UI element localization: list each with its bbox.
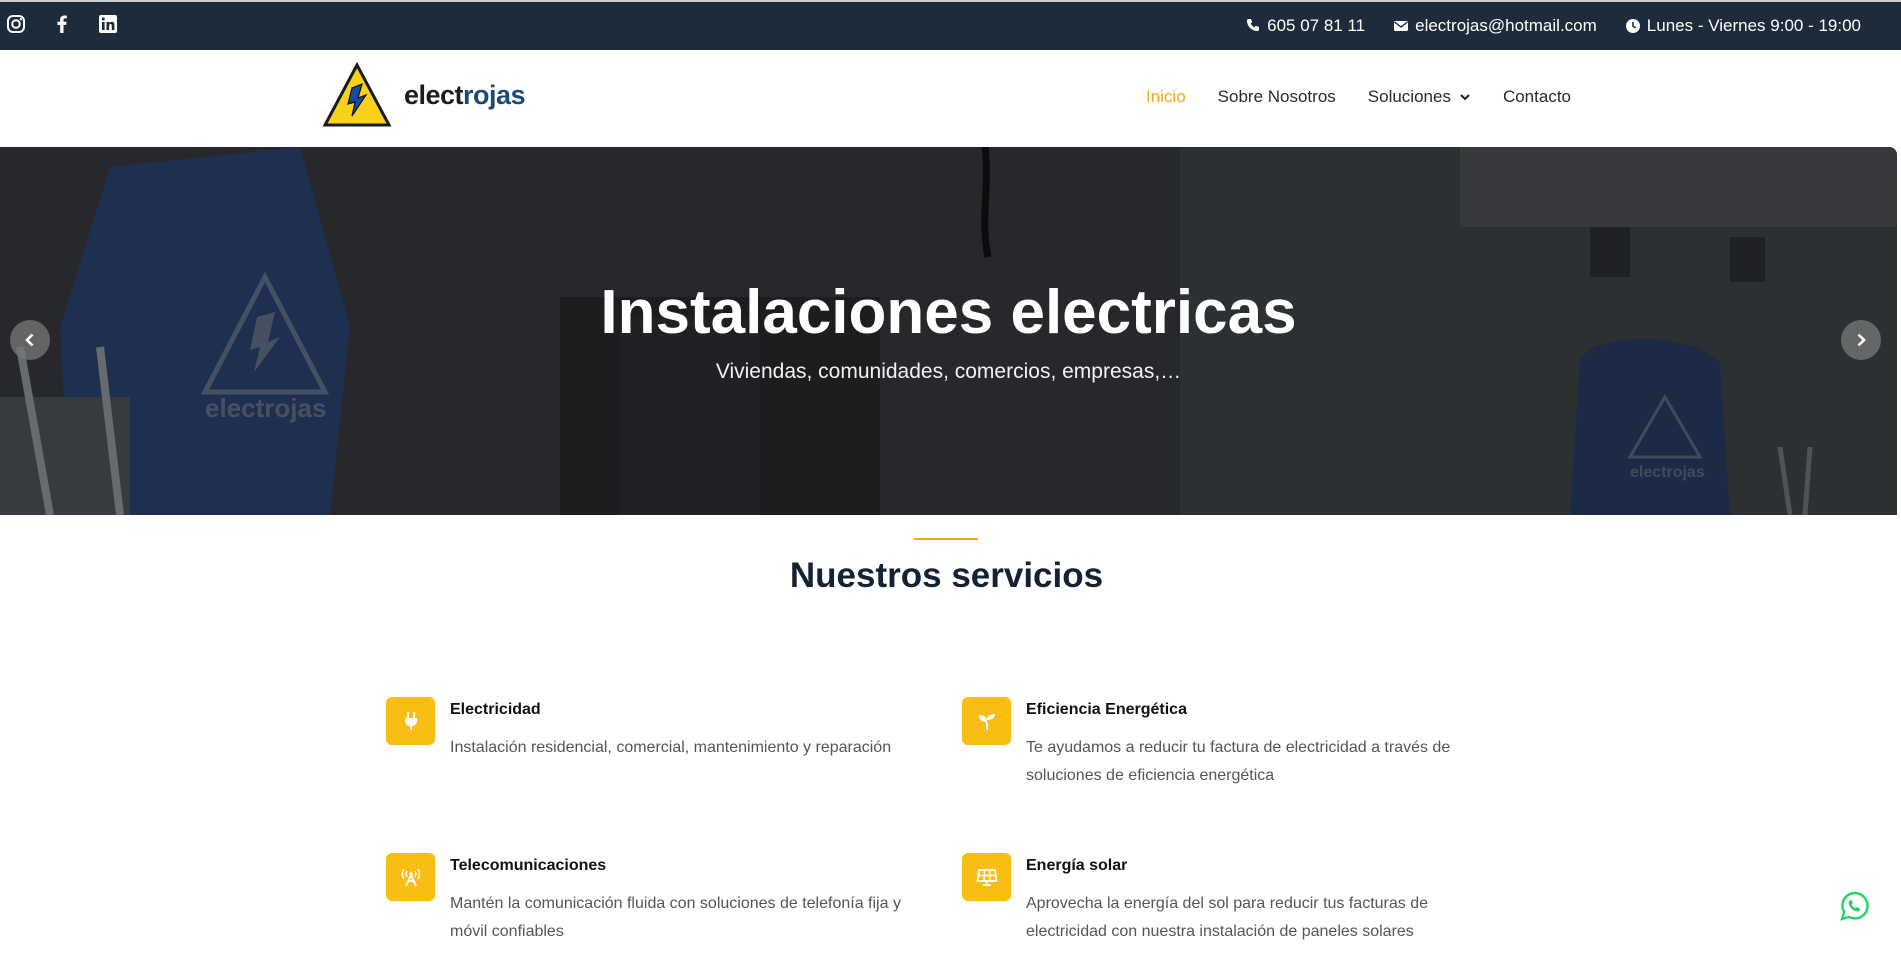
chevron-left-icon <box>25 333 34 347</box>
email-address: electrojas@hotmail.com <box>1415 16 1597 35</box>
service-icon-box <box>962 697 1011 745</box>
phone-number: 605 07 81 11 <box>1267 16 1366 35</box>
service-description: Instalación residencial, comercial, mant… <box>450 739 892 756</box>
facebook-icon[interactable] <box>52 14 72 34</box>
business-hours: Lunes - Viernes 9:00 - 19:00 <box>1625 16 1861 36</box>
chevron-right-icon <box>1857 333 1866 347</box>
nav-label: Inicio <box>1145 87 1186 106</box>
logo-text-part2: rojas <box>463 79 526 110</box>
hero-slider: electrojas electrojas Instalaciones elec… <box>0 147 1897 515</box>
whatsapp-float-button[interactable] <box>1839 890 1871 922</box>
service-icon-box <box>962 853 1011 901</box>
envelope-icon <box>1394 21 1409 31</box>
plug-icon <box>404 712 417 730</box>
social-links <box>6 14 118 34</box>
hours-text: Lunes - Viernes 9:00 - 19:00 <box>1646 16 1861 35</box>
nav-item-contacto[interactable]: Contacto <box>1503 87 1571 107</box>
nav-item-inicio[interactable]: Inicio <box>1146 87 1186 107</box>
nav-label: Contacto <box>1502 87 1571 106</box>
nav-label: Sobre Nosotros <box>1217 87 1336 106</box>
service-description: Mantén la comunicación fluida con soluci… <box>450 895 901 940</box>
service-description: Aprovecha la energía del sol para reduci… <box>1026 895 1429 940</box>
nav-item-soluciones[interactable]: Soluciones <box>1368 87 1471 107</box>
site-header: electrojas Inicio Sobre Nosotros Solucio… <box>0 50 1901 147</box>
slider-prev-button[interactable] <box>10 320 50 360</box>
top-bar: 605 07 81 11 electrojas@hotmail.com Lune… <box>0 0 1901 50</box>
section-divider <box>914 538 978 540</box>
service-description: Te ayudamos a reducir tu factura de elec… <box>1026 739 1451 784</box>
phone-icon <box>1247 19 1260 31</box>
linkedin-icon[interactable] <box>98 14 118 34</box>
nav-item-sobre-nosotros[interactable]: Sobre Nosotros <box>1218 87 1336 107</box>
whatsapp-icon <box>1840 891 1869 921</box>
clock-icon <box>1625 19 1640 33</box>
service-icon-box <box>386 853 435 901</box>
instagram-icon[interactable] <box>6 14 26 34</box>
contact-info: 605 07 81 11 electrojas@hotmail.com Lune… <box>1245 16 1861 36</box>
email-contact[interactable]: electrojas@hotmail.com <box>1393 16 1597 36</box>
service-title: Eficiencia Energética <box>1026 701 1187 718</box>
hero-title: Instalaciones electricas <box>600 278 1297 347</box>
antenna-icon <box>401 868 420 887</box>
seedling-icon <box>978 714 995 730</box>
lightning-triangle-icon <box>322 62 392 127</box>
logo-text-part1: elect <box>404 79 464 110</box>
main-nav: Inicio Sobre Nosotros Soluciones Contact… <box>1146 87 1571 107</box>
services-title: Nuestros servicios <box>789 556 1104 595</box>
site-logo[interactable]: electrojas <box>322 62 526 128</box>
nav-label: Soluciones <box>1367 87 1451 106</box>
service-title: Energía solar <box>1026 857 1128 874</box>
service-icon-box <box>386 697 435 745</box>
service-title: Telecomunicaciones <box>450 857 607 874</box>
phone-contact[interactable]: 605 07 81 11 <box>1245 16 1365 36</box>
solar-panel-icon <box>975 869 998 886</box>
slider-next-button[interactable] <box>1841 320 1881 360</box>
logo-wordmark: electrojas <box>404 79 526 111</box>
service-title: Electricidad <box>450 701 541 718</box>
chevron-down-icon <box>1460 94 1470 101</box>
hero-subtitle: Viviendas, comunidades, comercios, empre… <box>715 360 1182 383</box>
